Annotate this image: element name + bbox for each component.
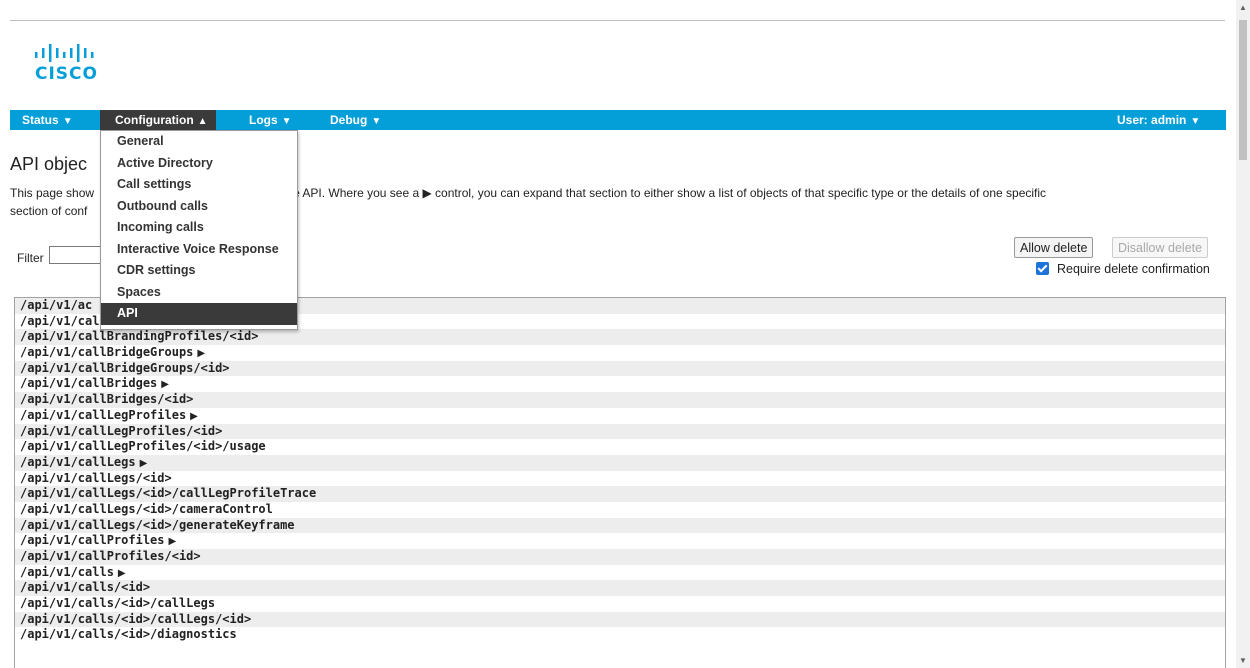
chevron-down-icon: ▼	[62, 116, 73, 127]
api-object-list: /api/v1/ac/api/v1/cal/api/v1/callBrandin…	[14, 297, 1226, 668]
api-path: /api/v1/ac	[20, 298, 93, 312]
nav-logs-label: Logs	[249, 113, 278, 127]
api-path: /api/v1/calls/<id>/callLegs	[20, 596, 216, 611]
require-confirmation-label: Require delete confirmation	[1057, 262, 1210, 276]
nav-logs[interactable]: Logs ▼	[249, 110, 292, 130]
description-text-1a: This page show	[10, 186, 95, 200]
filter-label: Filter	[17, 251, 44, 265]
chevron-down-icon: ▼	[281, 116, 292, 127]
api-row[interactable]: /api/v1/calls/<id>/callLegs	[15, 596, 1225, 612]
api-path: /api/v1/callLegs/<id>/callLegProfileTrac…	[20, 486, 317, 501]
api-row[interactable]: /api/v1/callLegs ▶	[15, 454, 1225, 471]
api-path: /api/v1/callBridgeGroups/<id>	[20, 360, 230, 375]
top-divider	[10, 20, 1225, 21]
page-title: API objec	[10, 154, 88, 174]
require-delete-confirmation[interactable]: Require delete confirmation	[1036, 262, 1210, 276]
api-path: /api/v1/callLegs/<id>/generateKeyframe	[20, 517, 295, 532]
expand-arrow-icon[interactable]: ▶	[161, 379, 169, 390]
menu-item-cdr-settings[interactable]: CDR settings	[101, 260, 297, 282]
api-row[interactable]: /api/v1/calls/<id>	[15, 580, 1225, 597]
api-row[interactable]: /api/v1/calls/<id>/callLegs/<id>	[15, 611, 1225, 628]
nav-debug[interactable]: Debug ▼	[330, 110, 381, 130]
nav-configuration[interactable]: Configuration ▲	[100, 110, 216, 130]
chevron-down-icon: ▼	[1190, 116, 1201, 127]
api-path: /api/v1/callLegProfiles	[20, 407, 187, 422]
cisco-logo: CISCO	[35, 42, 135, 88]
scroll-up-icon[interactable]: ▲	[1239, 3, 1247, 12]
api-row[interactable]: /api/v1/callLegProfiles/<id>/usage	[15, 439, 1225, 455]
api-path: /api/v1/calls/<id>/callLegs/<id>	[20, 611, 252, 626]
api-row[interactable]: /api/v1/calls ▶	[15, 564, 1225, 581]
api-row[interactable]: /api/v1/callProfiles/<id>	[15, 549, 1225, 565]
menu-item-api[interactable]: API	[101, 303, 297, 325]
api-row[interactable]: /api/v1/callProfiles ▶	[15, 533, 1225, 549]
api-path: /api/v1/callBridgeGroups	[20, 345, 194, 360]
nav-configuration-label: Configuration	[115, 113, 194, 127]
expand-arrow-icon[interactable]: ▶	[140, 458, 148, 469]
api-row[interactable]: /api/v1/callBrandingProfiles/<id>	[15, 329, 1225, 346]
api-row[interactable]: /api/v1/callLegs/<id>/callLegProfileTrac…	[15, 486, 1225, 502]
menu-item-spaces[interactable]: Spaces	[101, 282, 297, 304]
nav-debug-label: Debug	[330, 113, 368, 127]
api-row[interactable]: /api/v1/callLegs/<id>	[15, 470, 1225, 487]
nav-status-label: Status	[22, 113, 59, 127]
scroll-down-icon[interactable]: ▼	[1239, 656, 1247, 665]
scrollbar-thumb[interactable]	[1239, 20, 1247, 160]
api-path: /api/v1/callBrandingProfiles/<id>	[20, 329, 259, 344]
expand-arrow-icon[interactable]: ▶	[118, 568, 126, 579]
api-row[interactable]: /api/v1/callBridges ▶	[15, 376, 1225, 393]
api-row[interactable]: /api/v1/callLegs/<id>/cameraControl	[15, 501, 1225, 518]
api-row[interactable]: /api/v1/callLegs/<id>/generateKeyframe	[15, 517, 1225, 534]
allow-delete-button[interactable]: Allow delete	[1014, 237, 1094, 258]
api-row[interactable]: /api/v1/callBridgeGroups ▶	[15, 345, 1225, 361]
menu-item-outbound-calls[interactable]: Outbound calls	[101, 196, 297, 218]
main-navbar: Status ▼ Configuration ▲ Logs ▼ Debug ▼ User…	[10, 110, 1226, 130]
menu-item-active-directory[interactable]: Active Directory	[101, 153, 297, 175]
menu-item-interactive-voice-response[interactable]: Interactive Voice Response	[101, 239, 297, 261]
api-path: /api/v1/calls/<id>	[20, 580, 151, 595]
require-confirmation-checkbox[interactable]	[1036, 262, 1049, 275]
api-row[interactable]: /api/v1/callBridgeGroups/<id>	[15, 360, 1225, 377]
description-text-1b: by the API. Where you see a ▶ control, y…	[267, 186, 1047, 200]
nav-status[interactable]: Status ▼	[22, 110, 73, 130]
api-path: /api/v1/callLegProfiles/<id>/usage	[20, 439, 266, 454]
api-row[interactable]: /api/v1/calls/<id>/diagnostics	[15, 627, 1225, 644]
api-path: /api/v1/callBridges/<id>	[20, 392, 194, 407]
api-path: /api/v1/callLegProfiles/<id>	[20, 423, 223, 438]
configuration-dropdown: General Active Directory Call settings O…	[100, 130, 298, 330]
api-path: /api/v1/calls	[20, 564, 114, 579]
api-path: /api/v1/cal	[20, 313, 100, 328]
cisco-bars-icon	[35, 44, 94, 62]
chevron-up-icon: ▲	[197, 116, 208, 127]
api-path: /api/v1/callProfiles	[20, 533, 165, 548]
menu-item-incoming-calls[interactable]: Incoming calls	[101, 217, 297, 239]
api-path: /api/v1/callBridges	[20, 376, 158, 391]
api-path: /api/v1/calls/<id>/diagnostics	[20, 627, 237, 642]
api-path: /api/v1/callLegs/<id>	[20, 470, 172, 485]
api-row[interactable]: /api/v1/callLegProfiles ▶	[15, 407, 1225, 424]
api-path: /api/v1/callLegs/<id>/cameraControl	[20, 501, 273, 516]
api-path: /api/v1/callProfiles/<id>	[20, 549, 201, 563]
nav-user-label: User: admin	[1117, 113, 1187, 127]
expand-arrow-icon[interactable]: ▶	[169, 536, 177, 547]
disallow-delete-button[interactable]: Disallow delete	[1112, 237, 1209, 258]
menu-item-general[interactable]: General	[101, 131, 297, 153]
page-scrollbar[interactable]: ▲ ▼	[1236, 0, 1250, 668]
cisco-wordmark: CISCO	[35, 64, 98, 84]
expand-arrow-icon[interactable]: ▶	[190, 411, 198, 422]
api-path: /api/v1/callLegs	[20, 454, 136, 469]
menu-item-call-settings[interactable]: Call settings	[101, 174, 297, 196]
api-row[interactable]: /api/v1/callLegProfiles/<id>	[15, 423, 1225, 440]
chevron-down-icon: ▼	[371, 116, 382, 127]
expand-arrow-icon[interactable]: ▶	[197, 348, 205, 359]
nav-user-menu[interactable]: User: admin ▼	[1117, 110, 1200, 130]
api-row[interactable]: /api/v1/callBridges/<id>	[15, 392, 1225, 408]
